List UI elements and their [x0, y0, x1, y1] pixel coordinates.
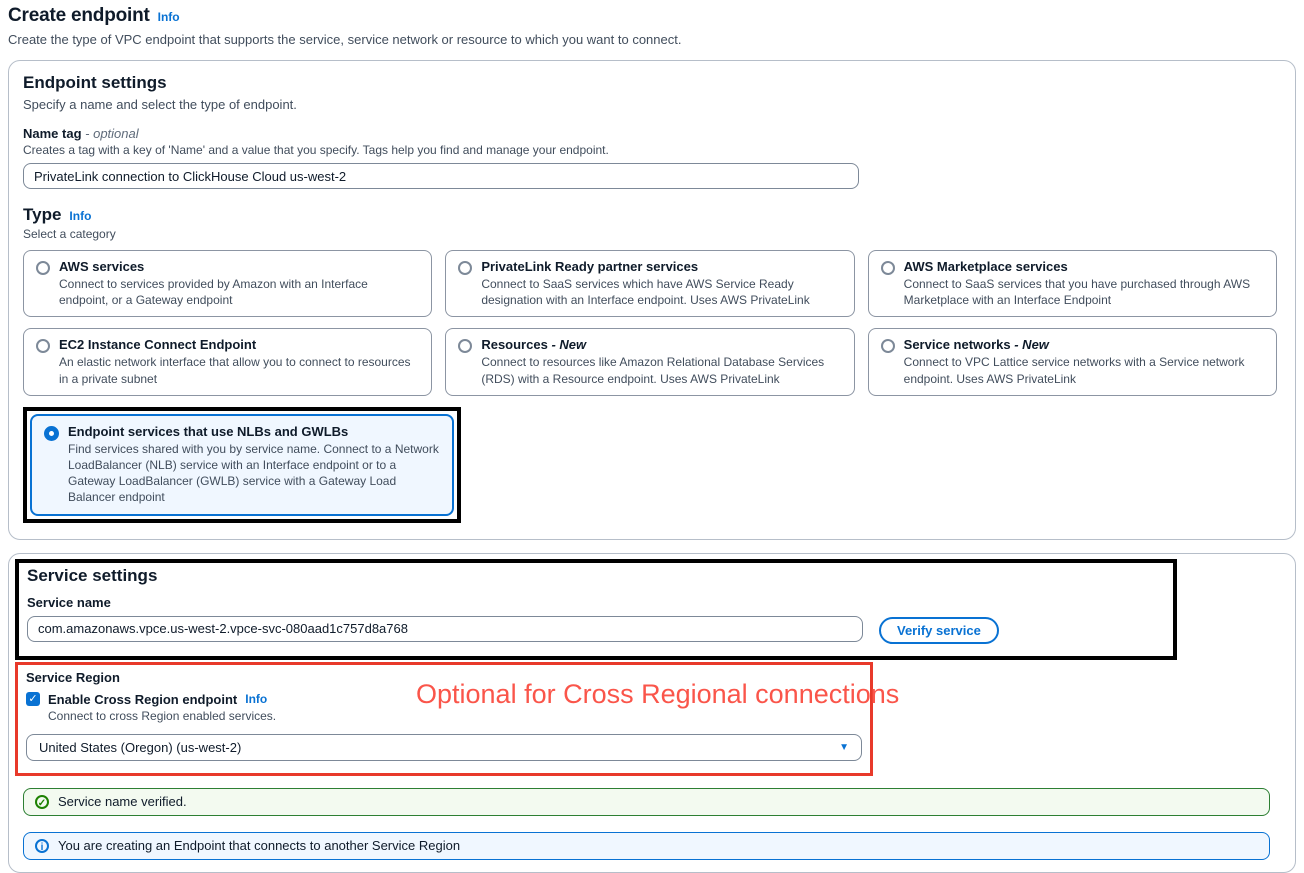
endpoint-settings-description: Specify a name and select the type of en… [23, 97, 1277, 112]
type-options-grid: AWS services Connect to services provide… [23, 250, 1277, 396]
annotation-box-service-region: Service Region ✓ Enable Cross Region end… [15, 662, 873, 776]
cross-region-checkbox-label: Enable Cross Region endpoint [48, 692, 237, 707]
cross-region-checkbox-description: Connect to cross Region enabled services… [48, 709, 862, 723]
page-subtitle: Create the type of VPC endpoint that sup… [8, 32, 1296, 47]
annotation-text-cross-regional: Optional for Cross Regional connections [416, 679, 899, 710]
radio-icon[interactable] [36, 261, 50, 275]
service-name-row: Verify service [27, 616, 1163, 644]
name-tag-description: Creates a tag with a key of 'Name' and a… [23, 143, 1277, 157]
success-banner-text: Service name verified. [58, 794, 187, 809]
type-option-description: Connect to resources like Amazon Relatio… [481, 354, 841, 386]
type-option-resources[interactable]: Resources - New Connect to resources lik… [445, 328, 854, 395]
type-option-ec2-instance-connect[interactable]: EC2 Instance Connect Endpoint An elastic… [23, 328, 432, 395]
success-check-icon: ✓ [35, 795, 49, 809]
page-info-link[interactable]: Info [158, 10, 180, 24]
type-option-privatelink-partner[interactable]: PrivateLink Ready partner services Conne… [445, 250, 854, 317]
type-option-title: AWS Marketplace services [904, 259, 1068, 274]
type-option-description: An elastic network interface that allow … [59, 354, 419, 386]
service-name-input[interactable] [27, 616, 863, 642]
radio-icon[interactable] [458, 339, 472, 353]
chevron-down-icon: ▼ [839, 742, 849, 753]
type-option-description: Connect to services provided by Amazon w… [59, 276, 419, 308]
type-option-aws-services[interactable]: AWS services Connect to services provide… [23, 250, 432, 317]
endpoint-settings-title: Endpoint settings [23, 73, 1277, 93]
annotation-box-selected-type: Endpoint services that use NLBs and GWLB… [23, 407, 461, 523]
radio-icon[interactable] [881, 339, 895, 353]
service-settings-title: Service settings [27, 566, 1163, 586]
type-option-title: Resources [481, 337, 547, 352]
verify-service-button[interactable]: Verify service [879, 617, 999, 644]
region-select-value: United States (Oregon) (us-west-2) [39, 740, 241, 755]
type-option-marketplace[interactable]: AWS Marketplace services Connect to SaaS… [868, 250, 1277, 317]
type-option-title: PrivateLink Ready partner services [481, 259, 698, 274]
type-option-service-networks[interactable]: Service networks - New Connect to VPC La… [868, 328, 1277, 395]
type-option-description: Find services shared with you by service… [68, 441, 440, 506]
radio-icon[interactable] [881, 261, 895, 275]
new-badge: - New [1014, 337, 1049, 352]
type-option-title: Service networks [904, 337, 1011, 352]
service-settings-card: Service settings Service name Verify ser… [8, 553, 1296, 873]
cross-region-info-link[interactable]: Info [245, 692, 267, 706]
name-tag-input[interactable] [23, 163, 859, 189]
info-banner-text: You are creating an Endpoint that connec… [58, 838, 460, 853]
success-banner: ✓ Service name verified. [23, 788, 1270, 816]
type-description: Select a category [23, 227, 1277, 241]
type-option-description: Connect to SaaS services that you have p… [904, 276, 1264, 308]
type-heading: TypeInfo [23, 205, 1277, 225]
type-option-description: Connect to SaaS services which have AWS … [481, 276, 841, 308]
cross-region-checkbox[interactable]: ✓ [26, 692, 40, 706]
type-option-endpoint-services-nlb-gwlb[interactable]: Endpoint services that use NLBs and GWLB… [30, 414, 454, 516]
page-header: Create endpoint Info Create the type of V… [8, 3, 1296, 47]
create-endpoint-page: Create endpoint Info Create the type of V… [0, 0, 1304, 873]
type-option-title: EC2 Instance Connect Endpoint [59, 337, 256, 352]
radio-checked-icon[interactable] [44, 426, 59, 441]
new-badge: - New [551, 337, 586, 352]
name-tag-label: Name tag - optional [23, 126, 1277, 141]
radio-icon[interactable] [36, 339, 50, 353]
type-option-description: Connect to VPC Lattice service networks … [904, 354, 1264, 386]
annotation-box-service-settings: Service settings Service name Verify ser… [15, 559, 1177, 660]
endpoint-settings-card: Endpoint settings Specify a name and sel… [8, 60, 1296, 540]
radio-icon[interactable] [458, 261, 472, 275]
type-option-title: Endpoint services that use NLBs and GWLB… [68, 424, 348, 439]
type-info-link[interactable]: Info [69, 209, 91, 223]
name-tag-optional: - optional [85, 126, 138, 141]
page-title: Create endpoint [8, 5, 150, 27]
service-name-label: Service name [27, 595, 1163, 610]
info-banner: i You are creating an Endpoint that conn… [23, 832, 1270, 860]
type-option-title: AWS services [59, 259, 144, 274]
region-select[interactable]: United States (Oregon) (us-west-2) ▼ [26, 734, 862, 761]
info-circle-icon: i [35, 839, 49, 853]
